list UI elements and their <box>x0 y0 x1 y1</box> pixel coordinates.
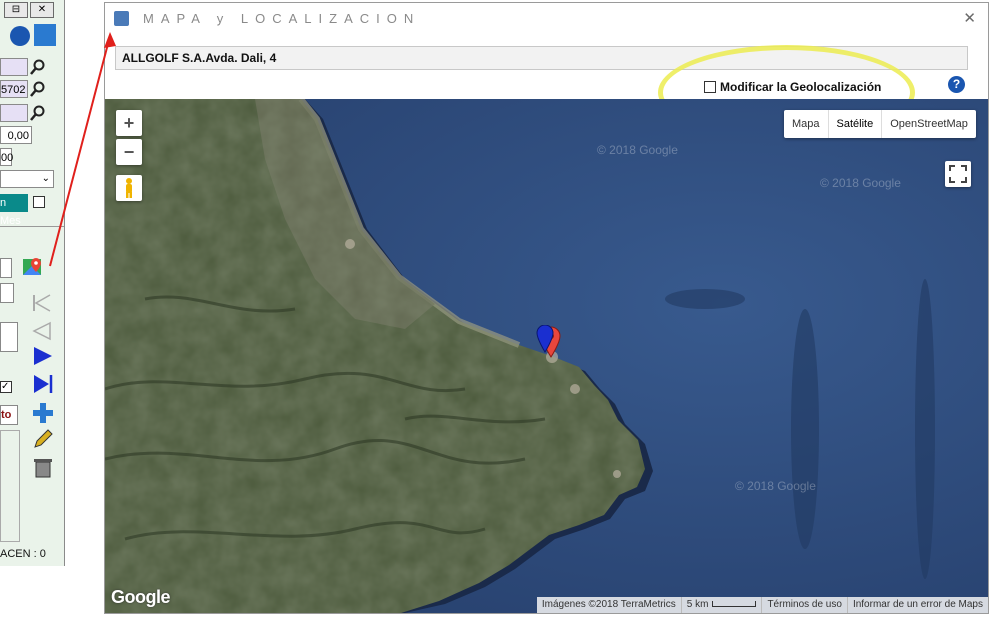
edit-pencil-icon[interactable] <box>32 428 54 450</box>
add-icon[interactable] <box>32 402 54 424</box>
magnifier-icon[interactable] <box>30 59 46 75</box>
map-scale-label: 5 km <box>686 599 709 610</box>
calculator-icon[interactable] <box>0 322 18 352</box>
close-icon[interactable]: ✕ <box>963 9 976 27</box>
google-logo: Google <box>111 587 171 607</box>
map-watermark: © 2018 Google <box>597 143 678 157</box>
map-watermark: © 2018 Google <box>820 176 901 190</box>
bg-help-icon[interactable] <box>10 26 30 46</box>
bg-field-7[interactable] <box>0 283 14 303</box>
bg-field-3[interactable] <box>0 104 28 122</box>
address-field: ALLGOLF S.A.Avda. Dali, 4 <box>115 46 968 70</box>
google-maps-icon[interactable] <box>22 256 44 278</box>
magnifier-icon[interactable] <box>30 81 46 97</box>
window-titlebar[interactable]: MAPA y LOCALIZACION ✕ <box>105 3 988 35</box>
bg-exit-icon[interactable] <box>34 24 56 46</box>
location-markers <box>536 325 561 358</box>
bg-field-5[interactable]: 00 <box>0 148 13 166</box>
bg-close-button[interactable]: ✕ <box>30 2 54 18</box>
window-title: MAPA y LOCALIZACION <box>143 11 421 26</box>
trash-icon[interactable] <box>32 456 54 478</box>
help-icon[interactable]: ? <box>948 76 965 93</box>
bg-minimize-button[interactable]: ⊟ <box>4 2 28 18</box>
zoom-out-button[interactable]: − <box>116 139 142 165</box>
map-type-control: Mapa Satélite OpenStreetMap <box>784 110 976 138</box>
bg-field-2[interactable]: 5702 <box>0 80 28 98</box>
bg-checkbox-checked[interactable]: ✓ <box>0 381 12 393</box>
bg-footer-status: ACEN : 0 <box>0 548 46 560</box>
imagery-attribution: Imágenes ©2018 TerraMetrics <box>541 599 676 610</box>
map-watermark: © 2018 Google <box>735 479 816 493</box>
geo-modify-row[interactable]: Modificar la Geolocalización <box>704 78 881 96</box>
bg-field-4[interactable]: 0,00 <box>0 126 32 144</box>
bg-field-6[interactable] <box>0 258 12 278</box>
satellite-map[interactable]: © 2018 Google © 2018 Google © 2018 Googl… <box>105 99 988 613</box>
map-type-openstreetmap[interactable]: OpenStreetMap <box>882 110 976 138</box>
bg-divider <box>0 226 64 227</box>
app-icon <box>114 11 129 26</box>
report-error-link[interactable]: Informar de un error de Maps <box>846 597 988 613</box>
magnifier-icon[interactable] <box>30 105 46 121</box>
chevron-down-icon: ⌄ <box>41 173 50 184</box>
next-record-icon[interactable] <box>32 345 54 367</box>
bg-checkbox[interactable] <box>33 196 45 208</box>
fullscreen-icon[interactable] <box>945 161 971 187</box>
bg-list-panel <box>0 430 20 542</box>
last-record-icon[interactable] <box>32 373 54 395</box>
background-app-panel: ⊟ ✕ 5702 0,00 00 ⌄ n Mes ✓ to ACEN : 0 <box>0 0 65 566</box>
bg-mes-button[interactable]: n Mes <box>0 194 28 227</box>
map-type-satelite[interactable]: Satélite <box>827 110 883 138</box>
map-window: MAPA y LOCALIZACION ✕ ALLGOLF S.A.Avda. … <box>104 2 989 614</box>
bg-field-1[interactable] <box>0 58 28 76</box>
map-attribution-bar: Imágenes ©2018 TerraMetrics 5 km Término… <box>536 597 988 613</box>
terms-link[interactable]: Términos de uso <box>761 597 846 613</box>
scale-bar <box>712 601 757 608</box>
bg-dropdown[interactable]: ⌄ <box>0 170 54 188</box>
first-record-icon[interactable] <box>30 292 52 314</box>
bg-red-label: to <box>0 405 18 425</box>
previous-record-icon[interactable] <box>30 320 52 342</box>
geo-modify-checkbox[interactable] <box>704 81 716 93</box>
zoom-in-button[interactable]: + <box>116 110 142 136</box>
pegman-icon[interactable] <box>116 175 142 201</box>
geo-modify-label[interactable]: Modificar la Geolocalización <box>720 80 881 94</box>
map-scale[interactable]: 5 km <box>680 597 762 613</box>
map-type-mapa[interactable]: Mapa <box>784 110 828 138</box>
